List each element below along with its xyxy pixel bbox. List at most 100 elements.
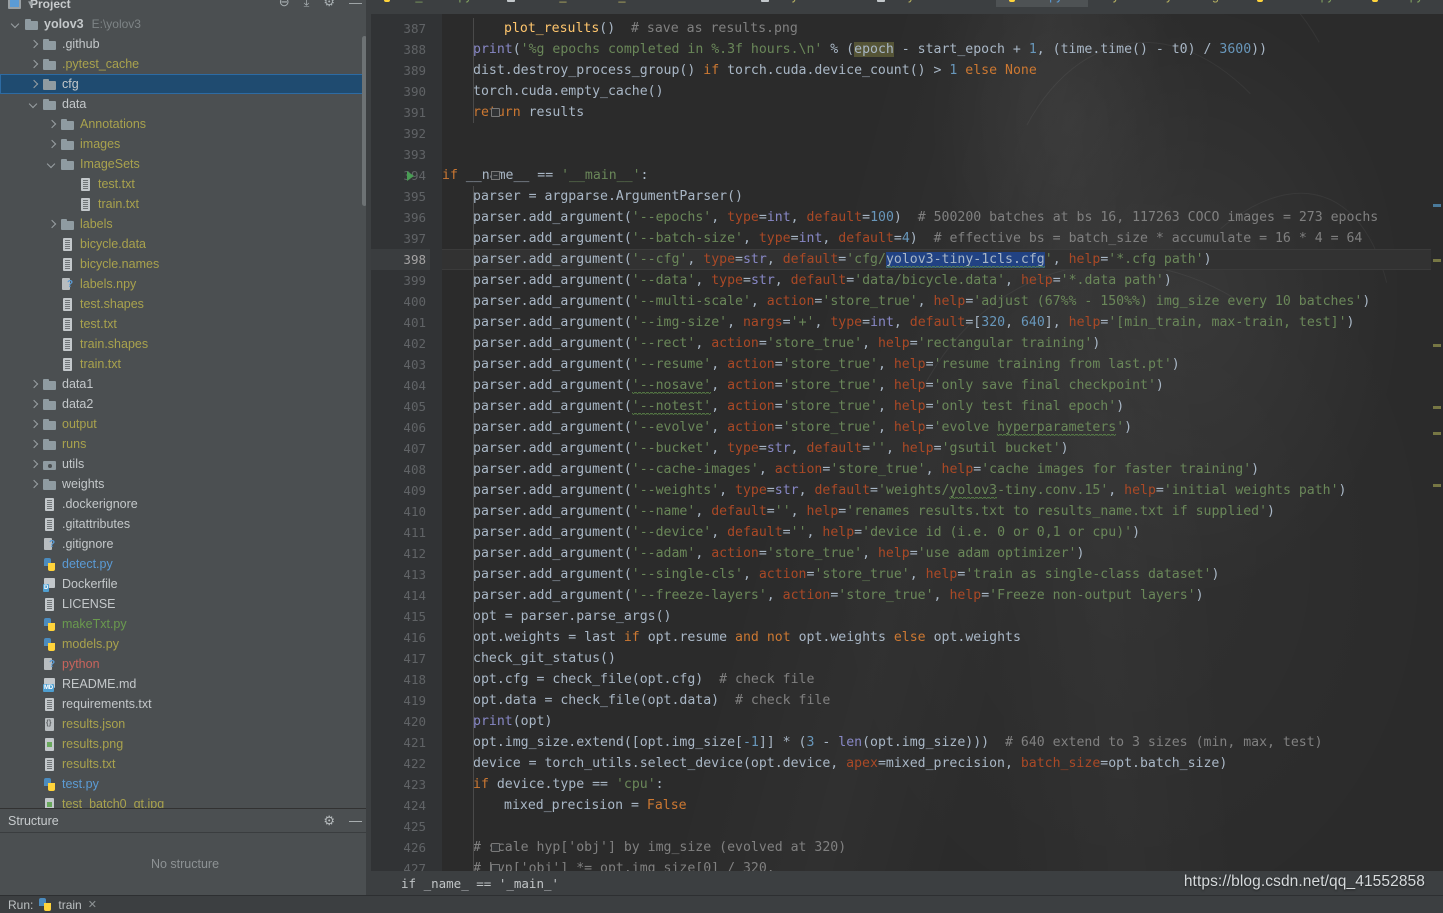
fold-marker[interactable]: − <box>491 171 500 180</box>
tree-item[interactable]: utils <box>0 454 370 474</box>
tree-item[interactable]: train.txt <box>0 354 370 374</box>
chevron-right-icon[interactable] <box>28 379 39 390</box>
code-line[interactable]: opt.cfg = check_file(opt.cfg) # check fi… <box>442 669 814 690</box>
code-line[interactable]: if __name__ == '__main__': <box>442 165 648 186</box>
project-panel-header[interactable]: Project ▾ ⊖ ⤓ ⚙ — <box>0 0 370 14</box>
chevron-down-icon[interactable]: ▾ <box>28 0 34 10</box>
gear-icon[interactable]: ⚙ <box>323 813 335 829</box>
close-icon[interactable]: ✕ <box>1070 0 1079 3</box>
close-icon[interactable]: ✕ <box>1431 0 1440 3</box>
tree-item[interactable]: requirements.txt <box>0 694 370 714</box>
tree-item[interactable]: train.shapes <box>0 334 370 354</box>
tree-item[interactable]: README.md <box>0 674 370 694</box>
tree-item[interactable]: test_batch0_gt.jpg <box>0 794 370 808</box>
collapse-all-icon[interactable]: ⊖ <box>279 0 290 10</box>
tree-item[interactable]: labels.npy <box>0 274 370 294</box>
code-line[interactable]: return results <box>442 102 584 123</box>
code-line[interactable]: parser.add_argument('--batch-size', type… <box>442 228 1362 249</box>
minimize-icon[interactable]: — <box>349 813 362 828</box>
code-line[interactable]: parser.add_argument('--img-size', nargs=… <box>442 312 1354 333</box>
code-line[interactable]: check_git_status() <box>442 648 616 669</box>
tree-item[interactable]: data1 <box>0 374 370 394</box>
code-line[interactable]: parser.add_argument('--nosave', action='… <box>442 375 1164 396</box>
tree-item[interactable]: results.png <box>0 734 370 754</box>
tree-item[interactable]: labels <box>0 214 370 234</box>
editor-tab[interactable]: voc_labels.py ✕ <box>371 0 497 7</box>
code-line[interactable]: opt.img_size.extend([opt.img_size[-1]] *… <box>442 732 1323 753</box>
code-line[interactable]: parser.add_argument('--bucket', type=str… <box>442 438 1069 459</box>
code-line[interactable]: parser.add_argument('--weights', type=st… <box>442 480 1347 501</box>
editor-scrollbar[interactable] <box>1431 14 1443 871</box>
editor-tab[interactable]: yolov3-tiny-1cls.cfg ✕ <box>1088 0 1245 7</box>
chevron-right-icon[interactable] <box>28 439 39 450</box>
chevron-right-icon[interactable] <box>28 419 39 430</box>
tree-item[interactable]: test.txt <box>0 314 370 334</box>
close-icon[interactable]: ✕ <box>734 0 743 3</box>
tree-root[interactable]: yolov3 E:\yolov3 <box>0 14 370 34</box>
chevron-down-icon[interactable] <box>28 99 39 110</box>
tree-item[interactable]: cfg <box>0 74 370 94</box>
tree-item[interactable]: detect.py <box>0 554 370 574</box>
fold-marker[interactable] <box>491 108 500 117</box>
chevron-right-icon[interactable] <box>28 399 39 410</box>
code-line[interactable]: parser.add_argument('--cache-images', ac… <box>442 459 1259 480</box>
tree-item[interactable]: bicycle.names <box>0 254 370 274</box>
code-line[interactable]: parser.add_argument('--adam', action='st… <box>442 543 1084 564</box>
tree-item[interactable]: results.txt <box>0 754 370 774</box>
chevron-right-icon[interactable] <box>28 39 39 50</box>
code-line[interactable]: dist.destroy_process_group() if torch.cu… <box>442 60 1037 81</box>
settings-icon[interactable]: ⚙ <box>323 0 335 10</box>
project-tree[interactable]: yolov3 E:\yolov3 .github .pytest_cache cfg da… <box>0 14 370 808</box>
editor-tab-bar[interactable]: voc_labels.py✕COCO_train2014_00000000053… <box>371 0 1443 14</box>
tree-item[interactable]: models.py <box>0 634 370 654</box>
tree-item[interactable]: data <box>0 94 370 114</box>
tree-item[interactable]: test.shapes <box>0 294 370 314</box>
code-line[interactable]: parser.add_argument('--multi-scale', act… <box>442 291 1370 312</box>
chevron-right-icon[interactable] <box>28 479 39 490</box>
code-line[interactable]: parser.add_argument('--rect', action='st… <box>442 333 1100 354</box>
close-icon[interactable]: ✕ <box>88 898 97 911</box>
run-tool-window-bar[interactable]: Run: train ✕ <box>0 895 1443 913</box>
tree-item[interactable]: train.txt <box>0 194 370 214</box>
line-number-gutter[interactable]: 387 388 389 390 391 392 393 394 395 396 397 398 399 4… <box>371 14 430 871</box>
code-line[interactable]: parser.add_argument('--notest', action='… <box>442 396 1124 417</box>
code-line[interactable]: parser.add_argument('--freeze-layers', a… <box>442 585 1204 606</box>
chevron-down-icon[interactable] <box>10 19 21 30</box>
tree-item[interactable]: runs <box>0 434 370 454</box>
code-line[interactable]: parser.add_argument('--epochs', type=int… <box>442 207 1378 228</box>
minimize-icon[interactable]: — <box>349 0 362 10</box>
code-line[interactable]: print(opt) <box>442 711 552 732</box>
tree-item[interactable]: Dockerfile <box>0 574 370 594</box>
tree-item[interactable]: weights <box>0 474 370 494</box>
code-line[interactable]: plot_results() # save as results.png <box>442 18 798 39</box>
close-icon[interactable]: ✕ <box>850 0 859 3</box>
editor-tab[interactable]: train.py ✕ <box>996 0 1088 7</box>
chevron-right-icon[interactable] <box>28 79 39 90</box>
locate-icon[interactable]: ⤓ <box>304 0 310 10</box>
code-line[interactable]: parser.add_argument('--name', default=''… <box>442 501 1275 522</box>
editor-tab[interactable]: makeTxt.py ✕ <box>1244 0 1359 7</box>
tree-item[interactable]: .dockerignore <box>0 494 370 514</box>
chevron-right-icon[interactable] <box>46 139 57 150</box>
close-icon[interactable]: ✕ <box>1342 0 1351 3</box>
run-config-name[interactable]: train <box>58 898 81 912</box>
tree-item[interactable]: ImageSets <box>0 154 370 174</box>
tree-item[interactable]: output <box>0 414 370 434</box>
editor-tab[interactable]: bicycle.names ✕ <box>867 0 996 7</box>
code-line[interactable]: parser.add_argument('--data', type=str, … <box>442 270 1172 291</box>
chevron-right-icon[interactable] <box>46 219 57 230</box>
fold-marker[interactable] <box>491 864 500 871</box>
tree-item[interactable]: makeTxt.py <box>0 614 370 634</box>
tree-item[interactable]: Annotations <box>0 114 370 134</box>
tree-item[interactable]: .pytest_cache <box>0 54 370 74</box>
tree-item[interactable]: results.json <box>0 714 370 734</box>
code-line[interactable]: opt = parser.parse_args() <box>442 606 672 627</box>
code-line[interactable]: parser.add_argument('--evolve', action='… <box>442 417 1132 438</box>
close-icon[interactable]: ✕ <box>1227 0 1236 3</box>
panel-divider[interactable] <box>366 0 370 895</box>
run-gutter-icon[interactable] <box>407 171 414 181</box>
code-line[interactable]: # scale hyp['obj'] by img_size (evolved … <box>442 837 846 858</box>
tree-item[interactable]: test.py <box>0 774 370 794</box>
code-line[interactable]: parser.add_argument('--resume', action='… <box>442 354 1180 375</box>
close-icon[interactable]: ✕ <box>480 0 489 3</box>
